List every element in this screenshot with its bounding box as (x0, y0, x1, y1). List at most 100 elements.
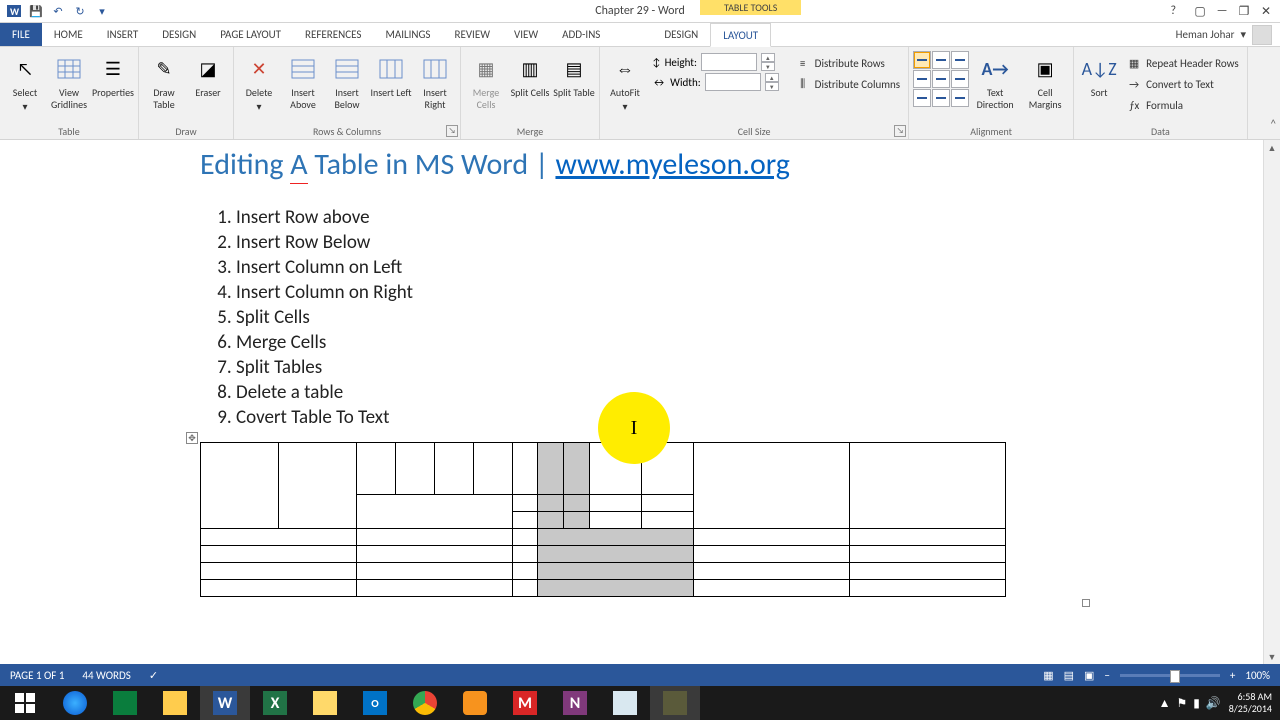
list-item[interactable]: Insert Row above (236, 205, 1080, 230)
tab-file[interactable]: FILE (0, 23, 42, 46)
view-gridlines-button[interactable]: View Gridlines (48, 51, 90, 123)
view-web-layout-icon[interactable]: ▣ (1084, 669, 1094, 682)
align-bottom-center[interactable] (932, 89, 950, 107)
tab-mailings[interactable]: MAILINGS (373, 23, 442, 46)
table-move-handle-icon[interactable]: ✥ (186, 432, 198, 444)
tab-addins[interactable]: ADD-INS (550, 23, 612, 46)
taskbar-onenote[interactable]: N (550, 686, 600, 720)
repeat-header-rows-button[interactable]: ▦Repeat Header Rows (1122, 53, 1243, 73)
clock[interactable]: 6:58 AM 8/25/2014 (1229, 691, 1272, 715)
width-input[interactable] (705, 73, 761, 91)
vertical-scrollbar[interactable]: ▲ ▼ (1263, 140, 1280, 666)
autofit-button[interactable]: ⇔AutoFit▾ (604, 51, 646, 123)
spinner-down-icon[interactable]: ▼ (765, 82, 779, 91)
formula-button[interactable]: ƒxFormula (1122, 95, 1243, 115)
distribute-columns-button[interactable]: ⫼Distribute Columns (791, 74, 904, 94)
properties-button[interactable]: ☰Properties (92, 51, 134, 123)
spinner-up-icon[interactable]: ▲ (761, 53, 775, 62)
taskbar-notepad[interactable] (600, 686, 650, 720)
document-area[interactable]: Editing A Table in MS Word | www.myeleso… (0, 140, 1280, 666)
view-print-layout-icon[interactable]: ▦ (1043, 669, 1053, 682)
tab-review[interactable]: REVIEW (442, 23, 502, 46)
tray-network-icon[interactable]: ▮ (1193, 696, 1200, 711)
list-item[interactable]: Covert Table To Text (236, 405, 1080, 430)
table-row[interactable] (201, 529, 1006, 546)
align-middle-center[interactable] (932, 70, 950, 88)
undo-icon[interactable]: ↶ (48, 1, 68, 21)
taskbar-folder[interactable] (300, 686, 350, 720)
tray-up-icon[interactable]: ▲ (1159, 696, 1171, 711)
word-app-icon[interactable]: W (4, 1, 24, 21)
align-middle-left[interactable] (913, 70, 931, 88)
tab-insert[interactable]: INSERT (95, 23, 151, 46)
save-icon[interactable]: 💾 (26, 1, 46, 21)
insert-left-button[interactable]: Insert Left (370, 51, 412, 123)
dialog-launcher-icon[interactable]: ↘ (894, 125, 906, 137)
collapse-ribbon-icon[interactable]: ^ (1271, 117, 1276, 130)
list-item[interactable]: Insert Row Below (236, 230, 1080, 255)
delete-button[interactable]: ✕Delete▾ (238, 51, 280, 123)
start-button[interactable] (0, 686, 50, 720)
distribute-rows-button[interactable]: ≡Distribute Rows (791, 53, 904, 73)
zoom-in-icon[interactable]: + (1230, 669, 1235, 682)
cell-margins-button[interactable]: ▣Cell Margins (1021, 51, 1069, 123)
spinner-up-icon[interactable]: ▲ (765, 73, 779, 82)
heading-link[interactable]: www.myeleson.org (555, 146, 789, 183)
text-direction-button[interactable]: A→Text Direction (971, 51, 1019, 123)
align-bottom-left[interactable] (913, 89, 931, 107)
scroll-up-icon[interactable]: ▲ (1264, 140, 1280, 157)
redo-icon[interactable]: ↻ (70, 1, 90, 21)
sort-button[interactable]: A↓ZSort (1078, 51, 1120, 123)
taskbar-excel[interactable]: X (250, 686, 300, 720)
tab-table-layout[interactable]: LAYOUT (710, 23, 771, 47)
taskbar-ie[interactable] (50, 686, 100, 720)
tray-flag-icon[interactable]: ⚑ (1176, 696, 1187, 711)
dialog-launcher-icon[interactable]: ↘ (446, 125, 458, 137)
table-row[interactable] (201, 580, 1006, 597)
tab-page-layout[interactable]: PAGE LAYOUT (208, 23, 293, 46)
word-count[interactable]: 44 WORDS (82, 669, 130, 682)
align-middle-right[interactable] (951, 70, 969, 88)
taskbar-recorder[interactable] (650, 686, 700, 720)
table-resize-handle-icon[interactable] (1082, 599, 1090, 607)
view-read-mode-icon[interactable]: ▤ (1064, 669, 1074, 682)
zoom-level[interactable]: 100% (1245, 669, 1270, 682)
minimize-button[interactable]: — (1212, 1, 1232, 21)
convert-to-text-button[interactable]: →Convert to Text (1122, 74, 1243, 94)
align-bottom-right[interactable] (951, 89, 969, 107)
tab-references[interactable]: REFERENCES (293, 23, 373, 46)
help-icon[interactable]: ? (1170, 4, 1176, 18)
insert-above-button[interactable]: Insert Above (282, 51, 324, 123)
zoom-slider[interactable] (1120, 674, 1220, 677)
insert-below-button[interactable]: Insert Below (326, 51, 368, 123)
draw-table-button[interactable]: ✎Draw Table (143, 51, 185, 123)
split-cells-button[interactable]: ▥Split Cells (509, 51, 551, 123)
height-input[interactable] (701, 53, 757, 71)
list-item[interactable]: Split Tables (236, 355, 1080, 380)
close-button[interactable]: ✕ (1256, 1, 1276, 21)
customize-qat-icon[interactable]: ▾ (92, 1, 112, 21)
tray-volume-icon[interactable]: 🔊 (1206, 696, 1221, 711)
list-item[interactable]: Insert Column on Right (236, 280, 1080, 305)
taskbar-outlook[interactable]: O (350, 686, 400, 720)
taskbar-media[interactable] (450, 686, 500, 720)
taskbar-explorer[interactable] (150, 686, 200, 720)
align-top-right[interactable] (951, 51, 969, 69)
taskbar-chrome[interactable] (400, 686, 450, 720)
list-item[interactable]: Split Cells (236, 305, 1080, 330)
select-button[interactable]: ↖Select▾ (4, 51, 46, 123)
ribbon-display-icon[interactable]: ▢ (1190, 1, 1210, 21)
tab-table-design[interactable]: DESIGN (652, 23, 710, 46)
align-top-left[interactable] (913, 51, 931, 69)
proofing-icon[interactable]: ✓ (149, 669, 158, 682)
document-table[interactable] (200, 442, 1006, 597)
taskbar-word[interactable]: W (200, 686, 250, 720)
table-row[interactable] (201, 546, 1006, 563)
list-item[interactable]: Insert Column on Left (236, 255, 1080, 280)
tab-design[interactable]: DESIGN (150, 23, 208, 46)
spinner-down-icon[interactable]: ▼ (761, 62, 775, 71)
list-item[interactable]: Merge Cells (236, 330, 1080, 355)
taskbar-store[interactable] (100, 686, 150, 720)
tab-home[interactable]: HOME (42, 23, 95, 46)
taskbar-app-m[interactable]: M (500, 686, 550, 720)
